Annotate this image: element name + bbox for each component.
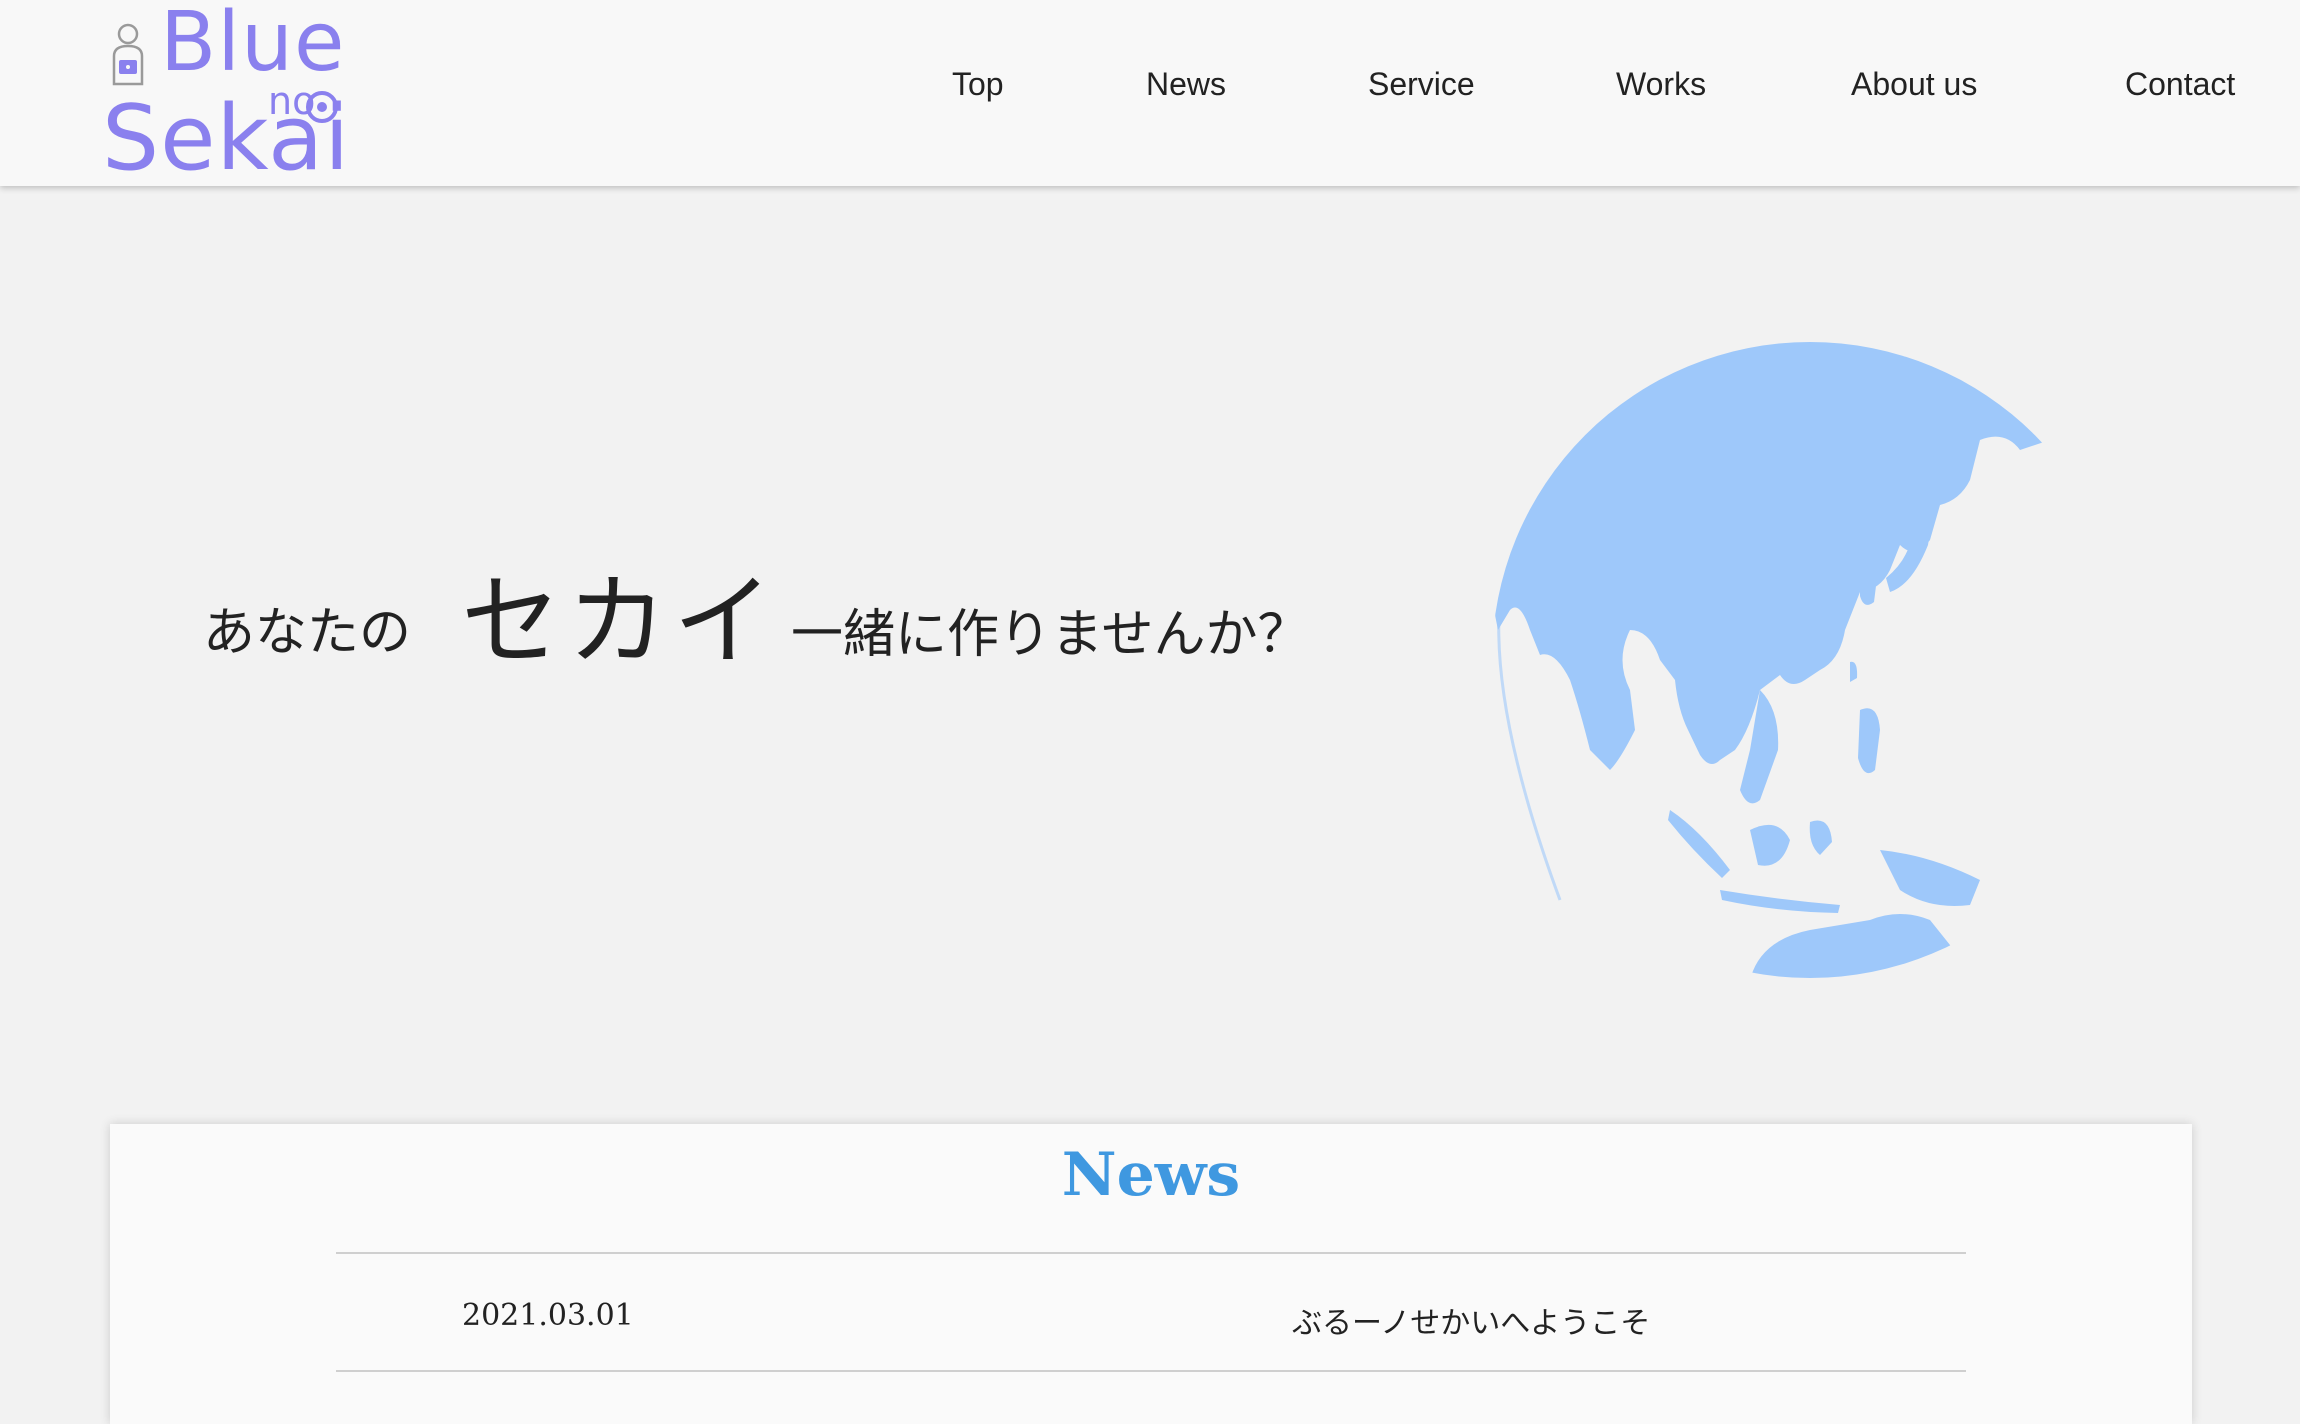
hero-tagline-highlight: セカイ bbox=[461, 563, 779, 680]
nav-works[interactable]: Works bbox=[1616, 66, 1706, 103]
hero-tagline-prefix: あなたの bbox=[203, 603, 412, 663]
news-heading: News bbox=[1061, 1140, 1241, 1210]
nav-service[interactable]: Service bbox=[1368, 66, 1475, 103]
main-nav: Top News Service Works About us Contact bbox=[0, 66, 2300, 126]
nav-about-us[interactable]: About us bbox=[1851, 66, 1977, 103]
nav-top[interactable]: Top bbox=[952, 66, 1004, 103]
site-header: Blue no Sekai Top News Service Works Abo… bbox=[0, 0, 2300, 186]
news-divider bbox=[336, 1370, 1966, 1372]
globe-asia-icon bbox=[1492, 342, 2050, 978]
nav-news[interactable]: News bbox=[1146, 66, 1226, 103]
nav-contact[interactable]: Contact bbox=[2125, 66, 2235, 103]
news-item-title: ぶるーノせかいへようこそ bbox=[1292, 1306, 1651, 1341]
news-item[interactable]: 2021.03.01 ぶるーノせかいへようこそ bbox=[336, 1252, 1966, 1370]
hero-tagline-suffix: 一緒に作りませんか？ bbox=[791, 605, 1310, 665]
news-section: News 2021.03.01 ぶるーノせかいへようこそ bbox=[110, 1124, 2192, 1424]
news-item-date: 2021.03.01 bbox=[462, 1298, 634, 1333]
